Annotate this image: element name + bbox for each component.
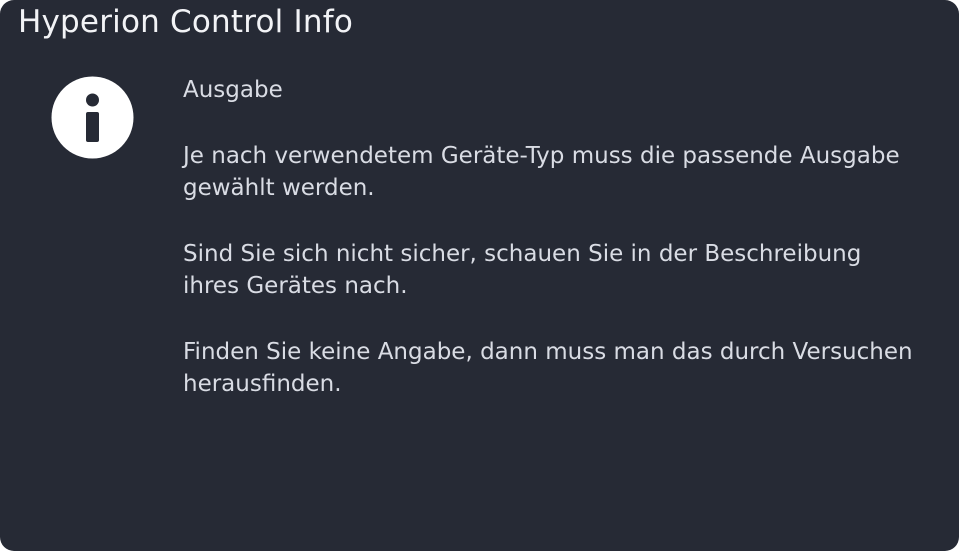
message-paragraph: Sind Sie sich nicht sicher, schauen Sie …	[183, 241, 862, 299]
message-paragraph: Finden Sie keine Angabe, dann muss man d…	[183, 339, 913, 397]
message-body: Ausgabe Je nach verwendetem Geräte-Typ m…	[183, 74, 923, 434]
info-dialog: Hyperion Control Info Ausgabe Je nach ve…	[0, 0, 959, 551]
info-icon	[51, 76, 134, 159]
message-paragraph: Je nach verwendetem Geräte-Typ muss die …	[183, 143, 900, 201]
dialog-title: Hyperion Control Info	[18, 4, 354, 40]
message-heading: Ausgabe	[183, 77, 283, 103]
